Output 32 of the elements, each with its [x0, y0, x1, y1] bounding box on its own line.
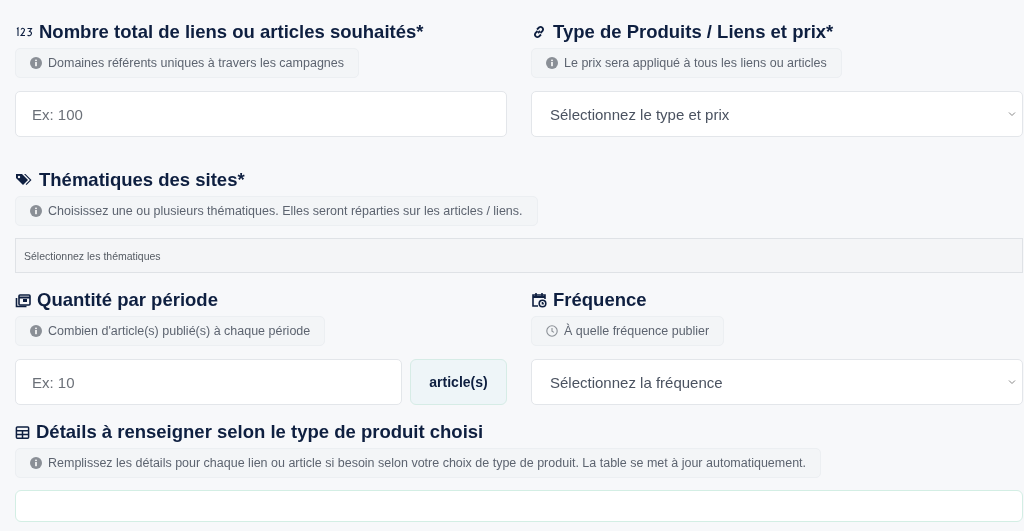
section-heading: Type de Produits / Liens et prix* — [553, 21, 834, 43]
section-heading: Quantité par période — [37, 289, 218, 311]
chevron-down-icon — [1008, 111, 1016, 117]
multi-select-field[interactable]: Sélectionnez les thématiques — [15, 238, 1023, 273]
digits-icon — [15, 27, 33, 37]
hint-text: Remplissez les détails pour chaque lien ou article si besoin selon votre choix de type de produit. La table se met à jour automatiquement. — [48, 456, 807, 470]
clock-icon — [546, 325, 558, 337]
hint-text: Combien d'article(s) publié(s) à chaque période — [48, 324, 311, 338]
unit-addon: article(s) — [410, 359, 507, 405]
hint-text: Choisissez une ou plusieurs thématiques. Elles seront réparties sur les articles / liens. — [48, 204, 523, 218]
chevron-down-icon — [1008, 379, 1016, 385]
info-icon — [30, 57, 42, 69]
table-icon — [15, 424, 30, 440]
hint-text: Le prix sera appliqué à tous les liens ou articles — [564, 56, 827, 70]
calendar-stack-icon — [15, 292, 31, 308]
hint-text: À quelle fréquence publier — [564, 324, 710, 338]
info-icon — [546, 57, 558, 69]
info-icon — [30, 205, 42, 217]
hint-text: Domaines référents uniques à travers les campagnes — [48, 56, 344, 70]
select-dropdown[interactable]: Sélectionnez la fréquence — [531, 359, 1023, 405]
number-input[interactable]: Ex: 10 — [15, 359, 402, 405]
info-icon — [30, 325, 42, 337]
number-input[interactable]: Ex: 100 — [15, 91, 507, 137]
calendar-clock-icon — [531, 292, 547, 308]
info-icon — [30, 457, 42, 469]
section-heading: Nombre total de liens ou articles souhaités* — [39, 21, 424, 43]
link-icon — [531, 24, 547, 40]
section-heading: Fréquence — [553, 289, 647, 311]
section-heading: Thématiques des sites* — [39, 169, 245, 191]
select-dropdown[interactable]: Sélectionnez le type et prix — [531, 91, 1023, 137]
section-heading: Détails à renseigner selon le type de produit choisi — [36, 421, 484, 443]
tags-icon — [15, 172, 33, 188]
